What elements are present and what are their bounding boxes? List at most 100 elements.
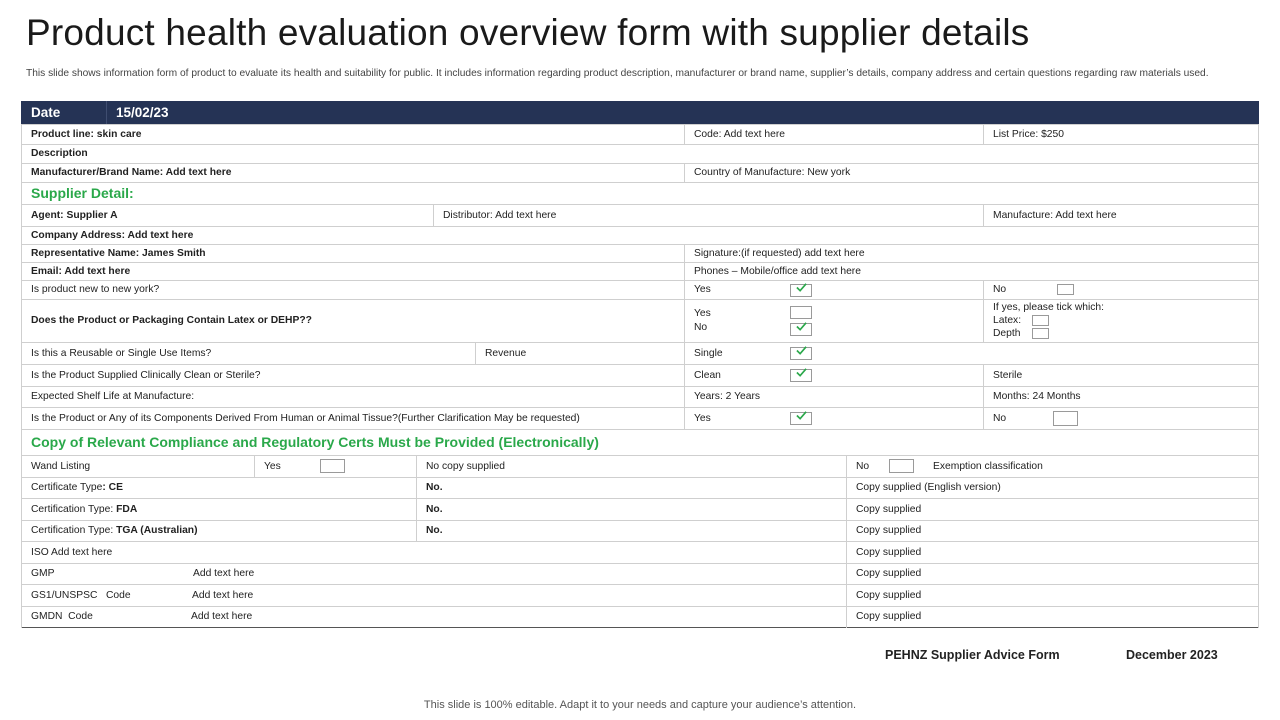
new-ny-yes-checkbox[interactable] xyxy=(790,283,812,297)
manufacturer-brand-field[interactable]: Manufacturer/Brand Name: Add text here xyxy=(21,163,231,182)
if-yes-tick-label: If yes, please tick which: xyxy=(993,301,1105,313)
shelf-life-years: Years: 2 Years xyxy=(694,391,761,402)
page-description: This slide shows information form of pro… xyxy=(26,68,1209,79)
email-field[interactable]: Email: Add text here xyxy=(21,262,130,280)
form-right-border xyxy=(1258,124,1259,628)
new-ny-yes-label: Yes xyxy=(694,284,711,295)
tissue-no-checkbox[interactable] xyxy=(1053,411,1078,426)
wand-no-label: No xyxy=(856,460,870,472)
date-header-bar xyxy=(21,101,1259,124)
gs1-field[interactable]: Add text here xyxy=(182,584,253,606)
wand-listing-label: Wand Listing xyxy=(31,460,91,472)
gmdn-field[interactable]: Add text here xyxy=(181,606,252,627)
row-divider xyxy=(21,541,1259,542)
fda-value: FDA xyxy=(116,503,138,515)
certification-type-label: Certification Type: xyxy=(31,503,117,515)
row-divider xyxy=(21,124,1259,125)
checkmark-icon xyxy=(796,411,807,420)
date-label: Date xyxy=(31,105,61,120)
latex-yes-checkbox[interactable] xyxy=(790,306,812,319)
certification-type-label: Certification Type: xyxy=(31,525,117,536)
checkmark-icon xyxy=(796,346,807,355)
tissue-yes-checkbox[interactable] xyxy=(790,411,812,425)
compliance-heading: Copy of Relevant Compliance and Regulato… xyxy=(31,434,599,450)
phones-field[interactable]: Phones – Mobile/office add text here xyxy=(684,262,861,280)
tga-copy-supplied: Copy supplied xyxy=(856,525,922,536)
row-divider xyxy=(21,244,1259,245)
question-shelf-life: Expected Shelf Life at Manufacture: xyxy=(31,391,195,402)
tga-no: No. xyxy=(426,525,443,536)
footer-date: December 2023 xyxy=(1126,648,1218,662)
depth-tick-checkbox[interactable] xyxy=(1032,328,1049,339)
shelf-life-months: Months: 24 Months xyxy=(993,391,1081,402)
country-of-manufacture: Country of Manufacture: New york xyxy=(694,167,851,178)
single-label: Single xyxy=(694,347,723,359)
representative-name: Representative Name: James Smith xyxy=(31,247,206,259)
wand-yes-label: Yes xyxy=(264,460,281,472)
agent: Agent: Supplier A xyxy=(31,209,118,221)
certificate-type-ce: Certificate Type: CE xyxy=(21,477,123,498)
new-ny-no-checkbox[interactable] xyxy=(1057,284,1074,295)
signature-field[interactable]: Signature:(if requested) add text here xyxy=(684,244,865,262)
tissue-no-label: No xyxy=(993,412,1007,424)
sterile-label: Sterile xyxy=(993,369,1023,381)
date-value: 15/02/23 xyxy=(116,105,169,120)
ce-no: No. xyxy=(426,482,443,493)
checkmark-icon xyxy=(796,368,807,377)
checkmark-icon xyxy=(796,283,807,292)
company-address-field[interactable]: Company Address: Add text here xyxy=(21,226,193,244)
row-divider xyxy=(21,144,1259,145)
footer-form-name: PEHNZ Supplier Advice Form xyxy=(885,648,1060,662)
fda-copy-supplied: Copy supplied xyxy=(856,503,922,515)
gs1-unspsc-label: GS1/UNSPSC Code xyxy=(31,589,131,601)
gmp-copy-supplied: Copy supplied xyxy=(856,568,922,579)
row-divider xyxy=(21,262,1259,263)
tissue-yes-label: Yes xyxy=(694,412,711,424)
manufacture-field[interactable]: Manufacture: Add text here xyxy=(983,204,1117,226)
latex-label: Latex: xyxy=(993,314,1022,326)
row-divider xyxy=(21,520,1259,521)
gmp-field[interactable]: Add text here xyxy=(183,563,254,584)
form-bottom-border xyxy=(21,627,1259,628)
gmp-label: GMP xyxy=(31,568,55,579)
divider xyxy=(106,101,107,124)
row-divider xyxy=(21,182,1259,183)
latex-tick-checkbox[interactable] xyxy=(1032,315,1049,326)
product-line: Product line: skin care xyxy=(31,128,142,140)
question-clean-sterile: Is the Product Supplied Clinically Clean… xyxy=(31,369,261,381)
gmdn-copy-supplied: Copy supplied xyxy=(856,611,922,622)
gs1-copy-supplied: Copy supplied xyxy=(856,589,922,601)
question-new-to-ny: Is product new to new york? xyxy=(31,284,160,295)
row-divider xyxy=(21,477,1259,478)
fda-no: No. xyxy=(426,503,443,515)
list-price: List Price: $250 xyxy=(993,128,1064,140)
question-latex-dehp: Does the Product or Packaging Contain La… xyxy=(31,315,312,326)
no-copy-supplied: No copy supplied xyxy=(426,460,505,472)
checkmark-icon xyxy=(796,322,807,331)
row-divider xyxy=(21,498,1259,499)
row-divider xyxy=(21,226,1259,227)
new-ny-no-label: No xyxy=(993,284,1007,295)
wand-yes-checkbox[interactable] xyxy=(320,459,345,473)
certificate-type-value: : CE xyxy=(102,482,123,493)
clean-checkbox[interactable] xyxy=(790,368,812,382)
certificate-type-label: Certificate Type xyxy=(31,482,103,493)
row-divider xyxy=(21,455,1259,456)
latex-no-checkbox[interactable] xyxy=(790,322,812,336)
exemption-classification: Exemption classification xyxy=(933,460,1043,472)
footer-note: This slide is 100% editable. Adapt it to… xyxy=(423,699,857,711)
revenue-label: Revenue xyxy=(485,347,527,359)
iso-field[interactable]: ISO Add text here xyxy=(21,541,112,563)
single-checkbox[interactable] xyxy=(790,346,812,360)
page-title: Product health evaluation overview form … xyxy=(26,12,1030,53)
wand-no-checkbox[interactable] xyxy=(889,459,914,473)
certification-type-fda: Certification Type: FDA xyxy=(21,498,137,520)
depth-label: Depth xyxy=(993,327,1021,339)
certification-type-tga: Certification Type: TGA (Australian) xyxy=(21,520,198,541)
clean-label: Clean xyxy=(694,369,721,381)
code-field[interactable]: Code: Add text here xyxy=(684,124,785,144)
distributor-field[interactable]: Distributor: Add text here xyxy=(433,204,556,226)
iso-copy-supplied: Copy supplied xyxy=(856,546,922,558)
evaluation-form: Date 15/02/23 Product line: skin care Co… xyxy=(21,101,1259,628)
description-label: Description xyxy=(31,148,88,159)
